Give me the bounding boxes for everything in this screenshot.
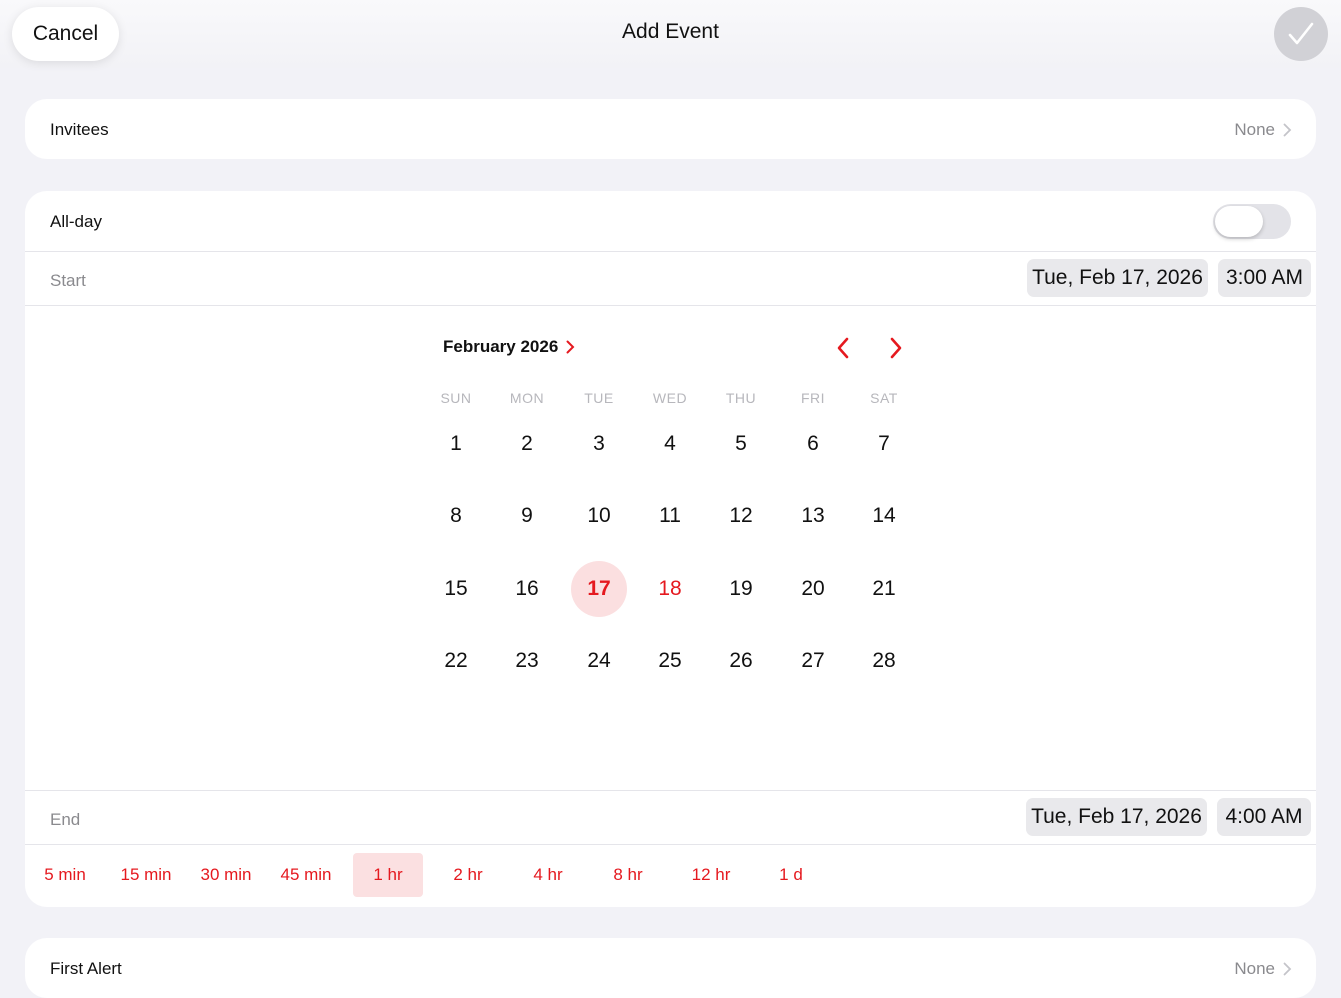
calendar-day[interactable]: 25 xyxy=(642,633,698,689)
start-date-button[interactable]: Tue, Feb 17, 2026 xyxy=(1027,259,1208,297)
calendar-day[interactable]: 23 xyxy=(499,633,555,689)
weekday-label: THU xyxy=(725,390,757,406)
duration-option[interactable]: 1 d xyxy=(754,853,828,897)
calendar-day[interactable]: 12 xyxy=(713,488,769,544)
weekday-label: SAT xyxy=(870,390,898,406)
calendar-day[interactable]: 4 xyxy=(642,416,698,472)
duration-option[interactable]: 15 min xyxy=(113,853,179,897)
calendar-day[interactable]: 21 xyxy=(856,561,912,617)
duration-option[interactable]: 4 hr xyxy=(514,853,582,897)
divider xyxy=(25,305,1316,306)
duration-option[interactable]: 2 hr xyxy=(434,853,502,897)
calendar-day[interactable]: 8 xyxy=(428,488,484,544)
end-time-button[interactable]: 4:00 AM xyxy=(1217,798,1311,836)
calendar-day[interactable]: 17 xyxy=(571,561,627,617)
invitees-value[interactable]: None xyxy=(1234,120,1292,140)
calendar-day[interactable]: 6 xyxy=(785,416,841,472)
duration-option[interactable]: 8 hr xyxy=(594,853,662,897)
duration-options: 5 min 15 min 30 min 45 min 1 hr 2 hr 4 hr 8 hr 1… xyxy=(25,845,1316,907)
calendar-day[interactable]: 19 xyxy=(713,561,769,617)
start-label: Start xyxy=(50,271,86,290)
calendar-day[interactable]: 9 xyxy=(499,488,555,544)
calendar-day[interactable]: 1 xyxy=(428,416,484,472)
invitees-label: Invitees xyxy=(50,120,109,139)
calendar-day[interactable]: 26 xyxy=(713,633,769,689)
calendar-day[interactable]: 5 xyxy=(713,416,769,472)
duration-option[interactable]: 30 min xyxy=(193,853,259,897)
calendar-day[interactable]: 27 xyxy=(785,633,841,689)
chevron-right-icon xyxy=(1283,962,1292,976)
month-title: February 2026 xyxy=(443,337,559,356)
calendar-day[interactable]: 28 xyxy=(856,633,912,689)
calendar-day[interactable]: 15 xyxy=(428,561,484,617)
calendar-day[interactable]: 3 xyxy=(571,416,627,472)
calendar-day[interactable]: 2 xyxy=(499,416,555,472)
duration-option[interactable]: 12 hr xyxy=(674,853,748,897)
checkmark-icon xyxy=(1288,22,1314,45)
first-alert-label: First Alert xyxy=(50,959,122,978)
month-picker-button[interactable]: February 2026 xyxy=(443,337,575,357)
weekday-label: WED xyxy=(652,390,688,406)
calendar-day[interactable]: 18 xyxy=(642,561,698,617)
calendar-day[interactable]: 22 xyxy=(428,633,484,689)
invitees-value-text: None xyxy=(1234,120,1275,139)
invitees-card[interactable]: Invitees None xyxy=(25,99,1316,159)
duration-option[interactable]: 5 min xyxy=(33,853,97,897)
calendar-day[interactable]: 11 xyxy=(642,488,698,544)
weekday-label: SUN xyxy=(440,390,472,406)
start-time-button[interactable]: 3:00 AM xyxy=(1218,259,1311,297)
calendar-day[interactable]: 24 xyxy=(571,633,627,689)
calendar-day[interactable]: 10 xyxy=(571,488,627,544)
previous-month-button[interactable] xyxy=(829,334,857,362)
weekday-label: TUE xyxy=(584,390,614,406)
date-time-card: All-day Start Tue, Feb 17, 2026 3:00 AM … xyxy=(25,191,1316,907)
calendar-day[interactable]: 7 xyxy=(856,416,912,472)
end-label: End xyxy=(50,810,81,829)
chevron-right-icon xyxy=(566,340,575,354)
done-button[interactable] xyxy=(1274,7,1328,61)
calendar-day[interactable]: 16 xyxy=(499,561,555,617)
chevron-right-icon xyxy=(890,337,902,359)
divider xyxy=(25,251,1316,252)
calendar-day[interactable]: 14 xyxy=(856,488,912,544)
all-day-toggle[interactable] xyxy=(1213,204,1291,239)
duration-option[interactable]: 45 min xyxy=(273,853,339,897)
chevron-right-icon xyxy=(1283,123,1292,137)
first-alert-value-text: None xyxy=(1234,959,1275,978)
calendar-day[interactable]: 13 xyxy=(785,488,841,544)
page-title: Add Event xyxy=(622,20,719,43)
divider xyxy=(25,790,1316,791)
end-date-button[interactable]: Tue, Feb 17, 2026 xyxy=(1026,798,1207,836)
weekday-label: FRI xyxy=(800,390,826,406)
first-alert-card[interactable]: First Alert None xyxy=(25,938,1316,998)
calendar-day[interactable]: 20 xyxy=(785,561,841,617)
next-month-button[interactable] xyxy=(882,334,910,362)
all-day-label: All-day xyxy=(50,212,102,231)
duration-option[interactable]: 1 hr xyxy=(353,853,423,897)
weekday-label: MON xyxy=(509,390,545,406)
toggle-knob xyxy=(1215,206,1263,237)
chevron-left-icon xyxy=(837,337,849,359)
first-alert-value[interactable]: None xyxy=(1234,959,1292,979)
